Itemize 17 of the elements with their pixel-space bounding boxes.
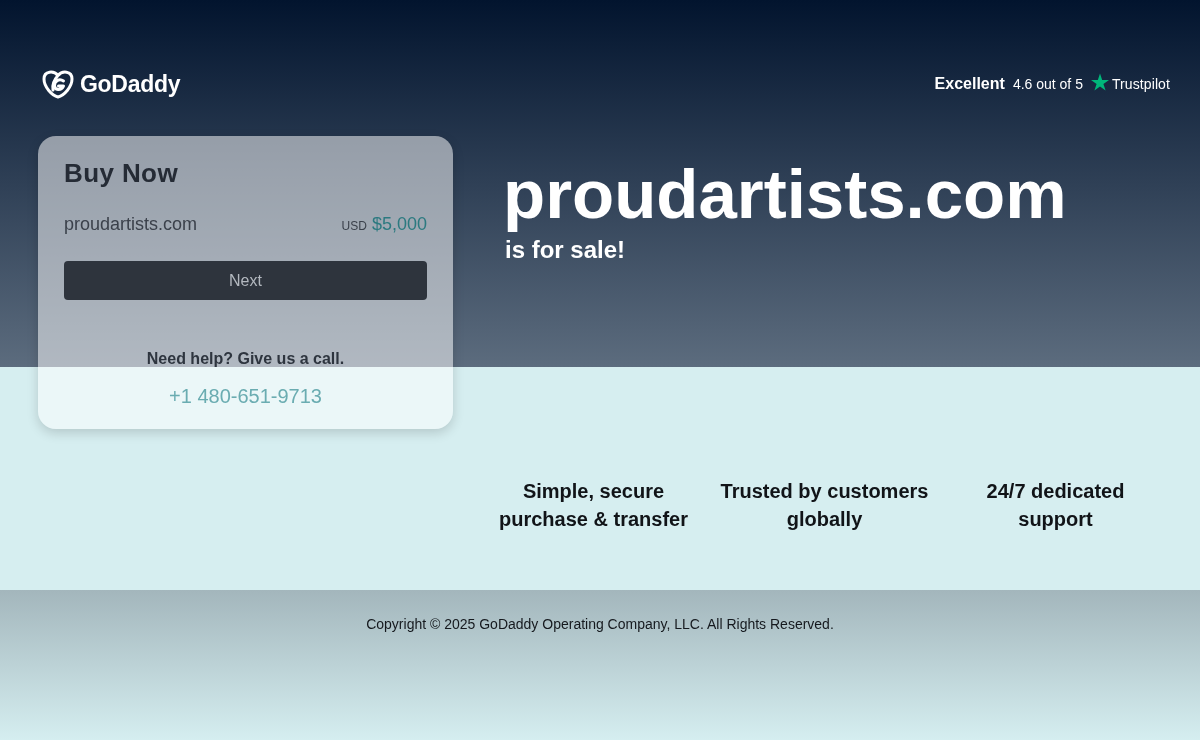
card-title: Buy Now [64, 158, 180, 188]
domain-name: proudartists.com [64, 213, 198, 235]
heart-logo-icon [42, 69, 74, 99]
feature-text: 24/7 dedicated support [985, 479, 1126, 532]
next-button[interactable]: Next [64, 261, 427, 300]
rating-score: 4.6 out of 5 [1012, 76, 1083, 92]
copyright-text: Copyright © 2025 GoDaddy Operating Company, LLC. All Rights Reserved. [366, 616, 834, 632]
rating-verdict: Excellent [934, 75, 1005, 93]
currency-label: USD [341, 218, 367, 235]
star-icon [1090, 73, 1109, 91]
feature-text: Simple, secure purchase & transfer [498, 479, 689, 532]
help-text: Need help? Give us a call. [145, 349, 346, 369]
trustpilot-wordmark: Trustpilot [1111, 76, 1170, 92]
feature-text: Trusted by customers globally [719, 479, 930, 532]
sale-tagline: is for sale! [505, 235, 627, 264]
logo-wordmark: GoDaddy [80, 70, 181, 98]
price-text: $5,000 [371, 213, 427, 235]
